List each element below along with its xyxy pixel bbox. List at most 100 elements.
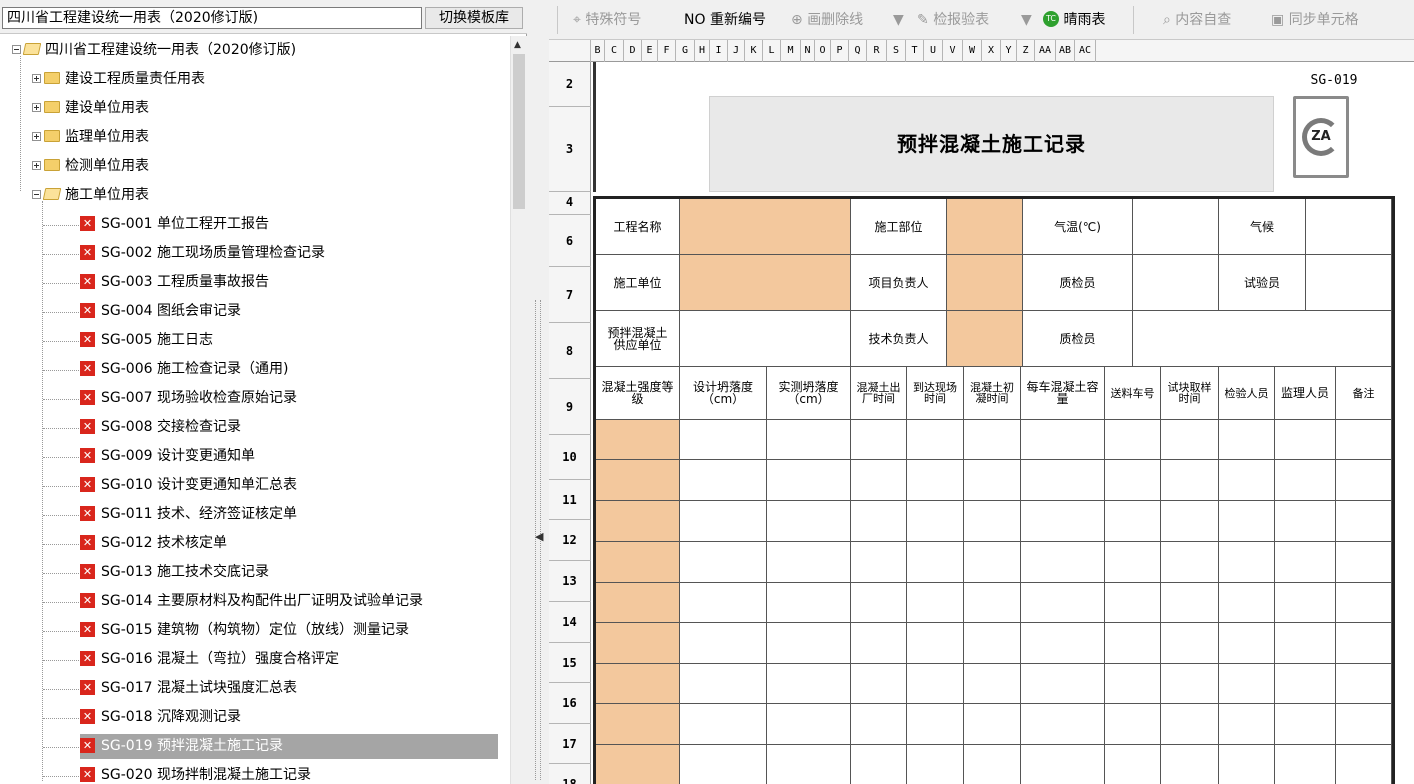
table-data-cell[interactable] <box>1275 501 1336 542</box>
table-data-cell[interactable] <box>1161 745 1219 784</box>
weather-input[interactable] <box>1306 199 1392 255</box>
table-data-cell[interactable] <box>680 583 767 623</box>
table-data-cell[interactable] <box>596 623 680 664</box>
table-data-cell[interactable] <box>1161 704 1219 745</box>
sync-cells-button[interactable]: ▣ 同步单元格 <box>1271 9 1359 31</box>
table-data-cell[interactable] <box>1336 704 1392 745</box>
column-header-cell[interactable]: D <box>624 40 642 62</box>
column-header-cell[interactable]: K <box>745 40 763 62</box>
table-data-cell[interactable] <box>907 583 964 623</box>
tree-root[interactable]: 四川省工程建设统一用表（2020修订版) <box>12 36 296 65</box>
row-header-cell[interactable]: 7 <box>549 267 591 323</box>
tree-form-item[interactable]: ✕ SG-003 工程质量事故报告 <box>80 268 269 297</box>
column-header-cell[interactable]: Y <box>1001 40 1017 62</box>
tree-form-item[interactable]: ✕ SG-012 技术核定单 <box>80 529 227 558</box>
table-data-cell[interactable] <box>1336 542 1392 583</box>
table-data-cell[interactable] <box>1021 583 1105 623</box>
column-header-cell[interactable]: N <box>801 40 815 62</box>
collapse-toggle-icon[interactable] <box>12 44 21 54</box>
table-data-cell[interactable] <box>907 501 964 542</box>
table-data-cell[interactable] <box>907 420 964 460</box>
tree-form-item[interactable]: ✕ SG-009 设计变更通知单 <box>80 442 255 471</box>
table-data-cell[interactable] <box>596 501 680 542</box>
switch-template-button[interactable]: 切换模板库 <box>425 7 523 29</box>
column-header-cell[interactable]: M <box>781 40 801 62</box>
table-data-cell[interactable] <box>596 460 680 501</box>
table-data-cell[interactable] <box>1336 623 1392 664</box>
table-data-cell[interactable] <box>596 745 680 784</box>
table-data-cell[interactable] <box>1219 460 1275 501</box>
table-data-cell[interactable] <box>851 664 907 704</box>
column-header-cell[interactable]: P <box>831 40 849 62</box>
expand-toggle-icon[interactable] <box>32 102 41 112</box>
strikethrough-button[interactable]: ⊕ 画删除线 <box>791 9 863 31</box>
column-header-cell[interactable]: G <box>676 40 695 62</box>
table-data-cell[interactable] <box>907 623 964 664</box>
table-data-cell[interactable] <box>1105 542 1161 583</box>
table-data-cell[interactable] <box>851 704 907 745</box>
table-data-cell[interactable] <box>680 542 767 583</box>
table-data-cell[interactable] <box>964 745 1021 784</box>
table-data-cell[interactable] <box>907 704 964 745</box>
table-data-cell[interactable] <box>1275 460 1336 501</box>
table-data-cell[interactable] <box>1161 420 1219 460</box>
table-data-cell[interactable] <box>1161 542 1219 583</box>
project-name-input[interactable] <box>680 199 851 255</box>
row-header-cell[interactable]: 8 <box>549 323 591 379</box>
row-header-cell[interactable]: 15 <box>549 643 591 683</box>
table-data-cell[interactable] <box>1021 623 1105 664</box>
table-data-cell[interactable] <box>1336 460 1392 501</box>
table-data-cell[interactable] <box>964 664 1021 704</box>
spreadsheet[interactable]: B C D E F G H I J K L M N O P Q R S T U V W X Y Z AA AB AC 23467891… <box>549 40 1414 784</box>
table-data-cell[interactable] <box>680 501 767 542</box>
column-header-cell[interactable]: L <box>763 40 781 62</box>
table-data-cell[interactable] <box>907 664 964 704</box>
table-data-cell[interactable] <box>1275 623 1336 664</box>
tree-folder[interactable]: 检测单位用表 <box>32 152 149 181</box>
table-data-cell[interactable] <box>680 623 767 664</box>
table-data-cell[interactable] <box>1021 664 1105 704</box>
tree-scrollbar[interactable]: ▲ <box>510 36 527 784</box>
table-data-cell[interactable] <box>1021 745 1105 784</box>
table-data-cell[interactable] <box>1105 460 1161 501</box>
table-data-cell[interactable] <box>1336 583 1392 623</box>
table-data-cell[interactable] <box>1161 664 1219 704</box>
table-data-cell[interactable] <box>1219 623 1275 664</box>
tree-form-item[interactable]: ✕ SG-004 图纸会审记录 <box>80 297 241 326</box>
row-header-cell[interactable]: 2 <box>549 62 591 107</box>
collapse-toggle-icon[interactable] <box>32 189 41 199</box>
table-data-cell[interactable] <box>1105 745 1161 784</box>
column-header-cell[interactable]: U <box>924 40 943 62</box>
tree-form-item[interactable]: ✕ SG-008 交接检查记录 <box>80 413 241 442</box>
table-data-cell[interactable] <box>907 460 964 501</box>
table-data-cell[interactable] <box>1275 420 1336 460</box>
table-data-cell[interactable] <box>680 420 767 460</box>
column-header-cell[interactable]: T <box>906 40 924 62</box>
table-data-cell[interactable] <box>596 704 680 745</box>
tree-form-item[interactable]: ✕ SG-002 施工现场质量管理检查记录 <box>80 239 325 268</box>
quality-inspector-input[interactable] <box>1133 255 1219 311</box>
column-header-cell[interactable]: I <box>710 40 728 62</box>
column-header-cell[interactable]: AA <box>1035 40 1056 62</box>
row-header-cell[interactable]: 11 <box>549 480 591 520</box>
inspection-report-button[interactable]: ✎ 检报验表 <box>917 9 989 31</box>
table-data-cell[interactable] <box>964 501 1021 542</box>
expand-toggle-icon[interactable] <box>32 73 41 83</box>
tree-form-item[interactable]: ✕ SG-017 混凝土试块强度汇总表 <box>80 674 297 703</box>
collapse-left-icon[interactable]: ◀ <box>535 530 543 543</box>
table-data-cell[interactable] <box>1161 623 1219 664</box>
table-data-cell[interactable] <box>1336 420 1392 460</box>
table-data-cell[interactable] <box>1105 583 1161 623</box>
column-header-cell[interactable]: S <box>887 40 906 62</box>
table-data-cell[interactable] <box>1021 460 1105 501</box>
row-header-cell[interactable]: 16 <box>549 683 591 724</box>
column-header-cell[interactable]: J <box>728 40 745 62</box>
tree-form-item[interactable]: ✕ SG-010 设计变更通知单汇总表 <box>80 471 297 500</box>
table-data-cell[interactable] <box>1219 420 1275 460</box>
table-data-cell[interactable] <box>1161 501 1219 542</box>
table-data-cell[interactable] <box>851 542 907 583</box>
column-header-cell[interactable]: X <box>982 40 1001 62</box>
tree-form-item[interactable]: ✕ SG-007 现场验收检查原始记录 <box>80 384 297 413</box>
table-data-cell[interactable] <box>1021 501 1105 542</box>
row-header-cell[interactable]: 9 <box>549 379 591 435</box>
